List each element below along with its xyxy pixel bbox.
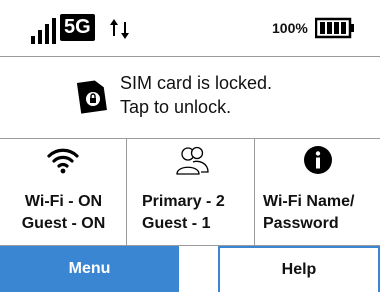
sim-message: SIM card is locked. Tap to unlock. <box>120 71 272 119</box>
guest-count: Guest - 1 <box>142 215 211 232</box>
battery-percent: 100% <box>272 20 308 36</box>
sim-locked-banner[interactable]: SIM card is locked. Tap to unlock. <box>0 56 380 138</box>
sim-lock-icon <box>76 80 107 114</box>
status-bar: 5G 100% <box>0 0 380 56</box>
wifi-name-line1: Wi-Fi Name/ <box>263 193 355 210</box>
wifi-tile-label: Wi-Fi - ON Guest - ON <box>0 191 127 235</box>
info-icon <box>304 146 332 174</box>
wifi-name-password-tile[interactable]: Wi-Fi Name/ Password <box>255 139 380 245</box>
wifi-status: Wi-Fi - ON <box>24 193 103 210</box>
wifi-tile[interactable]: Wi-Fi - ON Guest - ON <box>0 139 127 245</box>
signal-bars-icon <box>31 18 56 44</box>
network-type-badge: 5G <box>60 14 95 41</box>
users-icon <box>176 146 209 175</box>
sim-message-line2: Tap to unlock. <box>120 97 232 117</box>
quick-tiles: Wi-Fi - ON Guest - ON Primary - 2 Guest … <box>0 138 380 246</box>
wifi-name-line2: Password <box>263 215 339 232</box>
help-button[interactable]: Help <box>218 246 380 292</box>
battery-full-icon <box>315 17 354 39</box>
wifi-icon <box>47 148 79 174</box>
sim-message-line1: SIM card is locked. <box>120 73 273 93</box>
wifi-name-tile-label: Wi-Fi Name/ Password <box>263 191 354 235</box>
guest-status: Guest - ON <box>21 215 106 232</box>
primary-count: Primary - 2 <box>142 193 225 210</box>
menu-button[interactable]: Menu <box>0 246 179 292</box>
devices-tile-label: Primary - 2 Guest - 1 <box>142 191 225 235</box>
connected-devices-tile[interactable]: Primary - 2 Guest - 1 <box>127 139 255 245</box>
updown-arrows-icon <box>110 19 129 39</box>
